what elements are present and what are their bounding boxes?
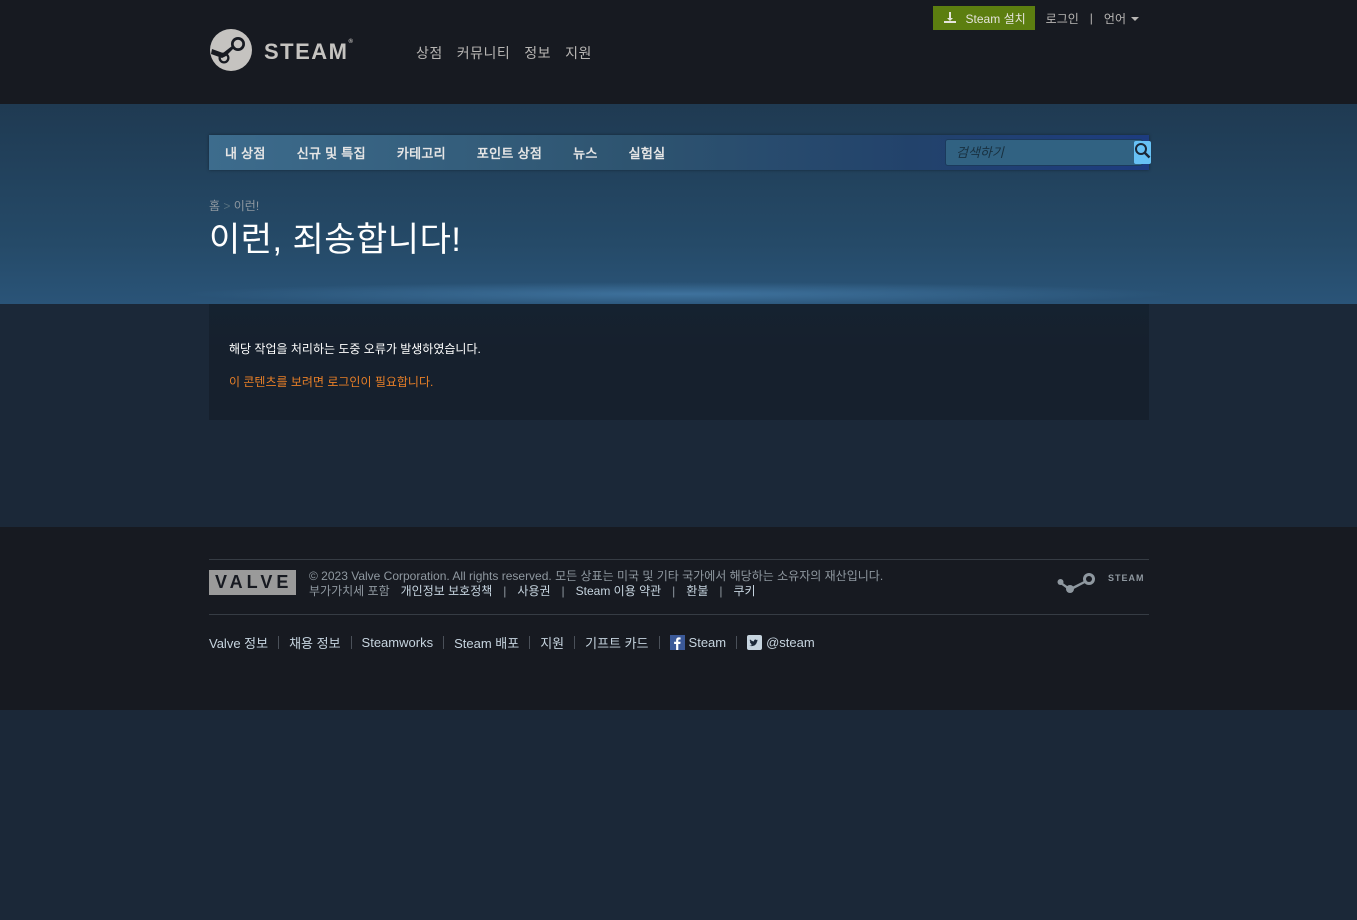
footer: VALVE © 2023 Valve Corporation. All righ… [0,527,1357,710]
steam-logo-icon [209,28,253,77]
language-label: 언어 [1103,11,1126,26]
legal-separator: | [503,584,507,598]
footer-links: Valve 정보 채용 정보 Steamworks Steam 배포 지원 기프… [209,633,815,652]
footer-separator [574,636,576,649]
footer-link-facebook[interactable]: Steam [669,635,727,650]
store-tab-news[interactable]: 뉴스 [573,143,598,162]
footer-divider [209,614,1149,615]
search-button[interactable] [1134,141,1151,164]
footer-separator [529,636,531,649]
login-required-notice: 이 콘텐츠를 보려면 로그인이 필요합니다. [229,375,434,389]
store-tab-my-store[interactable]: 내 상점 [225,143,266,162]
footer-steam-wordmark: STEAM [1108,573,1145,583]
footer-link-steamworks[interactable]: Steamworks [362,635,434,650]
footer-legal-text: © 2023 Valve Corporation. All rights res… [309,569,883,599]
steam-logo[interactable]: STEAM® [209,28,355,77]
main-nav-support[interactable]: 지원 [565,43,592,63]
main-nav: 상점 커뮤니티 정보 지원 [416,43,606,63]
breadcrumb-home[interactable]: 홈 [209,199,220,213]
global-header: Steam 설치 로그인 | 언어 STEAM® 상점 커뮤니티 정보 지원 [0,0,1357,104]
footer-separator [658,636,660,649]
legal-info-link[interactable]: 사용권 [517,584,550,599]
twitter-icon [747,635,763,650]
footer-link-steam-distribution[interactable]: Steam 배포 [454,633,519,652]
copyright-notice: © 2023 Valve Corporation. All rights res… [309,569,884,583]
twitter-label: @steam [766,635,815,650]
store-nav-bar: 내 상점 신규 및 특집 카테고리 포인트 상점 뉴스 실험실 [209,135,1151,170]
page-title: 이런, 죄송합니다! [209,221,462,259]
footer-steam-logo[interactable]: STEAM [1057,571,1149,600]
error-box: 해당 작업을 처리하는 도중 오류가 발생하였습니다. 이 콘텐츠를 보려면 로… [209,304,1149,420]
refunds-link[interactable]: 환불 [686,584,708,599]
cookies-link[interactable]: 쿠키 [734,584,756,599]
install-steam-button[interactable]: Steam 설치 [932,6,1035,30]
login-link[interactable]: 로그인 [1046,10,1079,27]
search-icon [1134,142,1151,164]
store-tab-categories[interactable]: 카테고리 [397,143,446,162]
error-message: 해당 작업을 처리하는 도중 오류가 발생하였습니다. [229,342,481,356]
utility-separator: | [1089,11,1093,25]
legal-separator: | [719,584,723,598]
legal-separator: | [561,584,565,598]
main-nav-community[interactable]: 커뮤니티 [457,43,511,63]
install-steam-label: Steam 설치 [965,11,1026,26]
footer-link-twitter[interactable]: @steam [747,635,815,650]
steam-logo-wordmark: STEAM® [264,39,355,64]
language-dropdown[interactable]: 언어 [1104,10,1139,27]
facebook-label: Steam [688,635,727,650]
breadcrumb-current[interactable]: 이런! [234,199,259,213]
store-search-box [945,139,1151,166]
footer-separator [278,636,280,649]
footer-separator [443,636,445,649]
main-nav-store[interactable]: 상점 [416,43,443,63]
legal-links: 부가가치세 포함 개인정보 보호정책 | 사용권 | Steam 이용 약관 |… [309,584,883,599]
vat-note: 부가가치세 포함 [309,584,390,598]
store-search-input[interactable] [946,140,1134,165]
footer-link-about-valve[interactable]: Valve 정보 [209,633,268,652]
page-banner [0,104,1357,304]
footer-link-gift-cards[interactable]: 기프트 카드 [585,633,648,652]
legal-separator: | [672,584,676,598]
valve-logo[interactable]: VALVE [209,570,296,595]
footer-separator [350,636,352,649]
banner-glow [180,282,1180,306]
store-tab-new-noteworthy[interactable]: 신규 및 특집 [297,143,366,162]
breadcrumb-separator: > [223,199,231,213]
privacy-policy-link[interactable]: 개인정보 보호정책 [401,584,493,599]
footer-separator [736,636,738,649]
store-tab-labs[interactable]: 실험실 [629,143,666,162]
main-nav-about[interactable]: 정보 [524,43,551,63]
footer-link-jobs[interactable]: 채용 정보 [289,633,340,652]
chevron-down-icon [1131,17,1139,21]
download-icon [942,11,958,25]
header-utility-bar: Steam 설치 로그인 | 언어 [932,6,1139,30]
footer-link-support[interactable]: 지원 [540,633,564,652]
footer-divider [209,559,1149,560]
store-tab-points-shop[interactable]: 포인트 상점 [477,143,542,162]
facebook-icon [669,635,685,650]
subscriber-agreement-link[interactable]: Steam 이용 약관 [576,584,662,599]
